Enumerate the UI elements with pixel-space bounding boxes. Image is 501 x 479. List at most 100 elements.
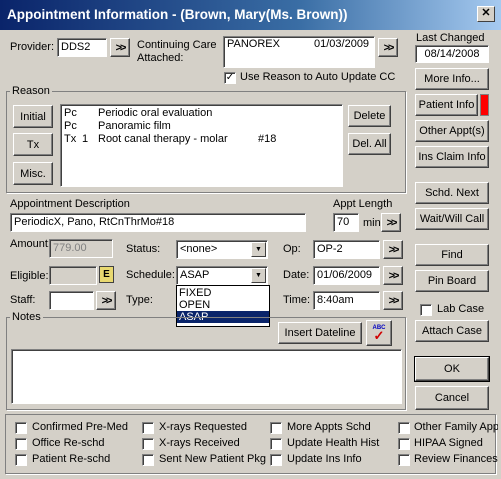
continuing-care-label: Continuing Care Attached: bbox=[137, 39, 217, 65]
op-field[interactable]: OP-2 bbox=[313, 240, 380, 259]
reason-desc: Root canal therapy - molar bbox=[98, 133, 228, 145]
reason-row[interactable]: Pc Panoramic film bbox=[64, 120, 339, 133]
provider-more-button[interactable]: >> bbox=[110, 38, 130, 57]
review-finances-checkbox[interactable] bbox=[398, 454, 410, 466]
patient-info-button[interactable]: Patient Info bbox=[415, 94, 478, 116]
ins-claim-info-button[interactable]: Ins Claim Info bbox=[415, 146, 489, 168]
reason-code: Pc bbox=[64, 120, 77, 132]
chevron-right-icon: >> bbox=[101, 294, 113, 307]
xrays-requested-checkbox[interactable] bbox=[142, 422, 154, 434]
cancel-button[interactable]: Cancel bbox=[415, 386, 489, 410]
last-changed-label: Last Changed bbox=[416, 32, 485, 44]
status-dropdown[interactable]: <none> ▼ bbox=[176, 240, 268, 259]
eligible-field bbox=[49, 266, 97, 285]
reason-row[interactable]: Tx 1 Root canal therapy - molar #18 bbox=[64, 133, 339, 146]
window-title: Appointment Information - (Brown, Mary(M… bbox=[0, 0, 501, 30]
patient-info-flag-icon bbox=[480, 94, 489, 116]
confirmed-pre-med-label: Confirmed Pre-Med bbox=[32, 421, 128, 433]
op-more-button[interactable]: >> bbox=[383, 240, 403, 259]
check-icon: ✓ bbox=[225, 72, 235, 83]
xrays-received-checkbox[interactable] bbox=[142, 438, 154, 450]
reason-num bbox=[82, 107, 98, 120]
more-appts-schd-checkbox[interactable] bbox=[270, 422, 282, 434]
use-reason-checkbox[interactable]: ✓ bbox=[224, 72, 236, 84]
provider-field[interactable]: DDS2 bbox=[57, 38, 107, 57]
type-label: Type: bbox=[126, 294, 153, 306]
xrays-received-label: X-rays Received bbox=[159, 437, 240, 449]
delete-button[interactable]: Delete bbox=[348, 105, 391, 127]
update-health-hist-checkbox[interactable] bbox=[270, 438, 282, 450]
eligibility-icon[interactable]: E bbox=[99, 266, 114, 283]
schedule-dropdown[interactable]: ASAP ▼ bbox=[176, 266, 268, 285]
reason-title: Reason bbox=[10, 85, 52, 97]
date-more-button[interactable]: >> bbox=[383, 266, 403, 285]
time-field[interactable]: 8:40am bbox=[313, 291, 380, 310]
misc-button[interactable]: Misc. bbox=[13, 162, 53, 185]
schedule-option-fixed[interactable]: FIXED bbox=[177, 287, 269, 299]
notes-textarea[interactable] bbox=[11, 349, 402, 404]
patient-re-schd-checkbox[interactable] bbox=[15, 454, 27, 466]
eligible-label: Eligible: bbox=[10, 270, 49, 282]
confirmed-pre-med-checkbox[interactable] bbox=[15, 422, 27, 434]
reason-num: 1 bbox=[82, 133, 89, 145]
cc-label-line1: Continuing Care bbox=[137, 39, 217, 51]
chevron-down-icon[interactable]: ▼ bbox=[251, 268, 266, 283]
date-field[interactable]: 01/06/2009 bbox=[313, 266, 380, 285]
staff-field[interactable] bbox=[49, 291, 94, 310]
sent-new-patient-pkg-checkbox[interactable] bbox=[142, 454, 154, 466]
wait-will-call-button[interactable]: Wait/Will Call bbox=[415, 208, 489, 230]
delete-all-button[interactable]: Del. All bbox=[348, 133, 391, 155]
use-reason-label: Use Reason to Auto Update CC bbox=[240, 71, 396, 83]
lab-case-checkbox[interactable] bbox=[420, 304, 432, 316]
update-health-hist-label: Update Health Hist bbox=[287, 437, 380, 449]
appt-description-field[interactable]: PeriodicX, Pano, RtCnThrMo#18 bbox=[10, 213, 306, 232]
update-ins-info-checkbox[interactable] bbox=[270, 454, 282, 466]
attach-case-button[interactable]: Attach Case bbox=[415, 320, 489, 342]
more-appts-schd-label: More Appts Schd bbox=[287, 421, 371, 433]
other-family-appt-checkbox[interactable] bbox=[398, 422, 410, 434]
close-button[interactable]: ✕ bbox=[477, 6, 495, 22]
xrays-requested-label: X-rays Requested bbox=[159, 421, 248, 433]
reason-desc: Panoramic film bbox=[98, 120, 171, 132]
other-family-appt-label: Other Family Appt bbox=[414, 421, 498, 433]
office-re-schd-label: Office Re-schd bbox=[32, 437, 105, 449]
schedule-option-open[interactable]: OPEN bbox=[177, 299, 269, 311]
chevron-down-icon[interactable]: ▼ bbox=[251, 242, 266, 257]
pin-board-button[interactable]: Pin Board bbox=[415, 270, 489, 292]
time-more-button[interactable]: >> bbox=[383, 291, 403, 310]
reason-desc: Periodic oral evaluation bbox=[98, 107, 213, 119]
tx-button[interactable]: Tx bbox=[13, 133, 53, 156]
insert-dateline-button[interactable]: Insert Dateline bbox=[278, 322, 362, 344]
checkmark-icon: ✓ bbox=[373, 328, 385, 343]
reason-row[interactable]: Pc Periodic oral evaluation bbox=[64, 107, 339, 120]
office-re-schd-checkbox[interactable] bbox=[15, 438, 27, 450]
other-appts-button[interactable]: Other Appt(s) bbox=[415, 120, 489, 142]
date-label: Date: bbox=[283, 269, 310, 281]
time-label: Time: bbox=[283, 294, 311, 306]
appt-length-label: Appt Length bbox=[333, 198, 393, 210]
amount-field: 779.00 bbox=[49, 239, 113, 258]
chevron-right-icon: >> bbox=[383, 41, 395, 54]
cc-date: 01/03/2009 bbox=[314, 38, 370, 50]
chevron-right-icon: >> bbox=[115, 41, 127, 54]
chevron-right-icon: >> bbox=[388, 269, 400, 282]
sent-new-patient-pkg-label: Sent New Patient Pkg bbox=[159, 453, 267, 465]
continuing-care-list[interactable]: PANOREX 01/03/2009 bbox=[223, 36, 375, 68]
appt-length-unit: min bbox=[363, 217, 381, 229]
initial-button[interactable]: Initial bbox=[13, 105, 53, 128]
schd-next-button[interactable]: Schd. Next bbox=[415, 182, 489, 204]
appt-length-more-button[interactable]: >> bbox=[381, 213, 401, 232]
notes-title: Notes bbox=[10, 311, 43, 323]
appt-length-field[interactable]: 70 bbox=[333, 213, 359, 232]
staff-more-button[interactable]: >> bbox=[96, 291, 116, 310]
ok-button[interactable]: OK bbox=[414, 356, 490, 382]
hipaa-signed-checkbox[interactable] bbox=[398, 438, 410, 450]
reason-list[interactable]: Pc Periodic oral evaluation Pc Panoramic f… bbox=[60, 104, 343, 187]
lab-case-label: Lab Case bbox=[437, 303, 485, 315]
reason-tooth: #18 bbox=[258, 133, 277, 145]
more-info-button[interactable]: More Info... bbox=[415, 68, 489, 90]
chevron-right-icon: >> bbox=[388, 243, 400, 256]
find-button[interactable]: Find bbox=[415, 244, 489, 266]
continuing-care-more-button[interactable]: >> bbox=[378, 38, 398, 57]
spell-check-button[interactable]: ABC ✓ bbox=[366, 320, 392, 346]
